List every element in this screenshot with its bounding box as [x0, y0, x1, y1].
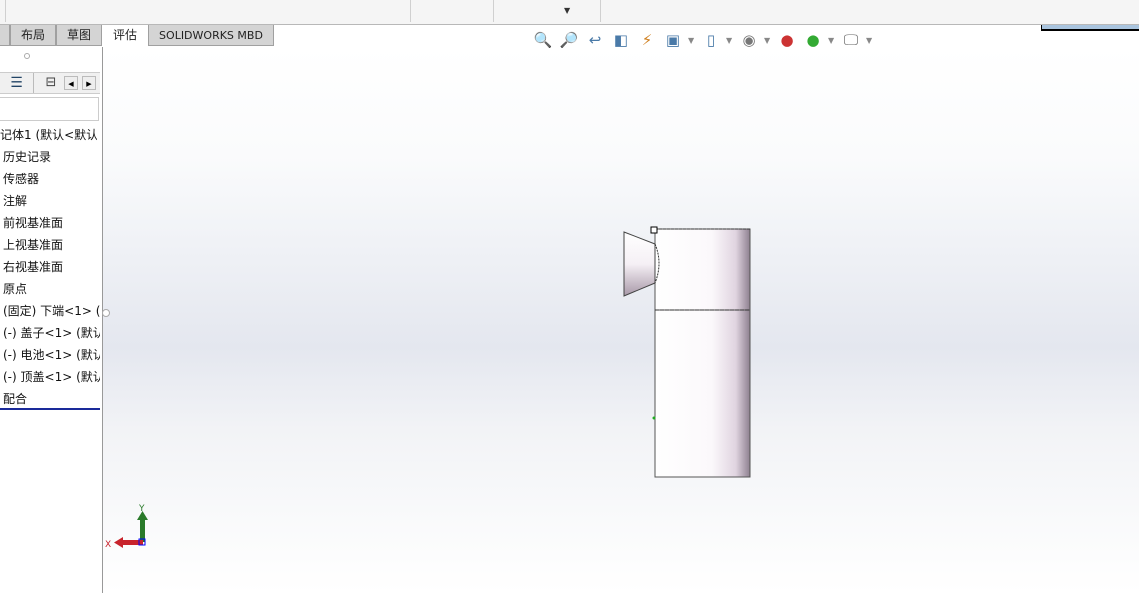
- ribbon-separator: [493, 0, 494, 22]
- triad-x-label: X: [105, 540, 111, 550]
- ribbon-dropdown-arrow-icon[interactable]: ▼: [564, 6, 570, 15]
- heads-up-view-toolbar: 🔍 🔎 ↩ ◧ ⚡ ▣ ▼ ▯ ▼ ◉ ▼ ● ● ▼ 🖵 ▼: [532, 30, 874, 50]
- top-cover-part: [654, 228, 751, 311]
- body-part: [654, 309, 751, 478]
- scroll-left-button[interactable]: ◀: [64, 76, 78, 90]
- chevron-down-icon[interactable]: ▼: [764, 36, 772, 45]
- triad-y-axis: [140, 518, 145, 542]
- chevron-down-icon[interactable]: ▼: [688, 36, 696, 45]
- display-style-icon[interactable]: ▯: [700, 30, 722, 50]
- zoom-to-fit-icon[interactable]: 🔍: [532, 30, 554, 50]
- feature-manager-tab-icon[interactable]: ☰: [0, 73, 34, 93]
- property-manager-tab-icon[interactable]: ⊟: [40, 73, 62, 93]
- rollback-bar[interactable]: [0, 408, 100, 410]
- previous-view-icon[interactable]: ↩: [584, 30, 606, 50]
- panel-tabs: ☰ ⊟ ◀ ▶: [0, 72, 100, 94]
- tree-item-top-plane[interactable]: 上视基准面: [3, 236, 100, 253]
- tree-item-mates[interactable]: 配合: [3, 390, 100, 407]
- tab-evaluate[interactable]: 评估: [102, 25, 149, 46]
- tree-item-right-plane[interactable]: 右视基准面: [3, 258, 100, 275]
- panel-grip-icon[interactable]: [24, 53, 30, 59]
- triad-x-axis: [121, 540, 143, 545]
- tree-item-lid[interactable]: (-) 盖子<1> (默认: [3, 324, 100, 341]
- graphics-area[interactable]: Y X: [103, 47, 1139, 593]
- edit-appearance-icon[interactable]: ●: [776, 30, 798, 50]
- dynamic-annotation-view-icon[interactable]: ⚡: [636, 30, 658, 50]
- ribbon-separator: [600, 0, 601, 22]
- tree-item-history[interactable]: 历史记录: [3, 148, 100, 165]
- command-manager-ribbon: ▼: [0, 0, 1139, 25]
- reference-triad: Y X: [105, 504, 148, 550]
- hide-show-items-icon[interactable]: ◉: [738, 30, 760, 50]
- model-drawing: [623, 226, 751, 478]
- chevron-down-icon[interactable]: ▼: [726, 36, 734, 45]
- triad-y-label: Y: [138, 504, 145, 514]
- tree-item-origin[interactable]: 原点: [3, 280, 100, 297]
- origin-marker: [650, 226, 658, 234]
- command-tabs: 布局 草图 评估 SOLIDWORKS MBD: [0, 25, 274, 47]
- zoom-to-area-icon[interactable]: 🔎: [558, 30, 580, 50]
- tree-item-front-plane[interactable]: 前视基准面: [3, 214, 100, 231]
- tab-partial[interactable]: [0, 25, 10, 46]
- tab-layout[interactable]: 布局: [10, 25, 57, 46]
- apply-scene-icon[interactable]: ●: [802, 30, 824, 50]
- chevron-down-icon[interactable]: ▼: [866, 36, 874, 45]
- section-view-icon[interactable]: ◧: [610, 30, 632, 50]
- chevron-down-icon[interactable]: ▼: [828, 36, 836, 45]
- tree-item-sensors[interactable]: 传感器: [3, 170, 100, 187]
- cap-part: [623, 231, 660, 297]
- view-settings-icon[interactable]: 🖵: [840, 30, 862, 50]
- tree-root-assembly[interactable]: 记体1 (默认<默认_: [0, 126, 97, 143]
- tree-item-lower-end[interactable]: (固定) 下端<1> (默: [3, 302, 100, 319]
- tab-sketch[interactable]: 草图: [56, 25, 103, 46]
- tab-solidworks-mbd[interactable]: SOLIDWORKS MBD: [148, 25, 274, 46]
- ribbon-separator: [410, 0, 411, 22]
- tree-item-annotations[interactable]: 注解: [3, 192, 100, 209]
- panel-splitter-handle[interactable]: [102, 309, 110, 317]
- tree-item-battery[interactable]: (-) 电池<1> (默认: [3, 346, 100, 363]
- feature-manager-panel: ☰ ⊟ ◀ ▶ 记体1 (默认<默认_ 历史记录 传感器 注解 前视基准面 上视…: [0, 47, 110, 593]
- window-corner: [1041, 25, 1139, 31]
- scroll-right-button[interactable]: ▶: [82, 76, 96, 90]
- view-orientation-icon[interactable]: ▣: [662, 30, 684, 50]
- filter-input[interactable]: [0, 97, 99, 121]
- tree-item-top-cover[interactable]: (-) 顶盖<1> (默认: [3, 368, 100, 385]
- ribbon-separator: [5, 0, 6, 22]
